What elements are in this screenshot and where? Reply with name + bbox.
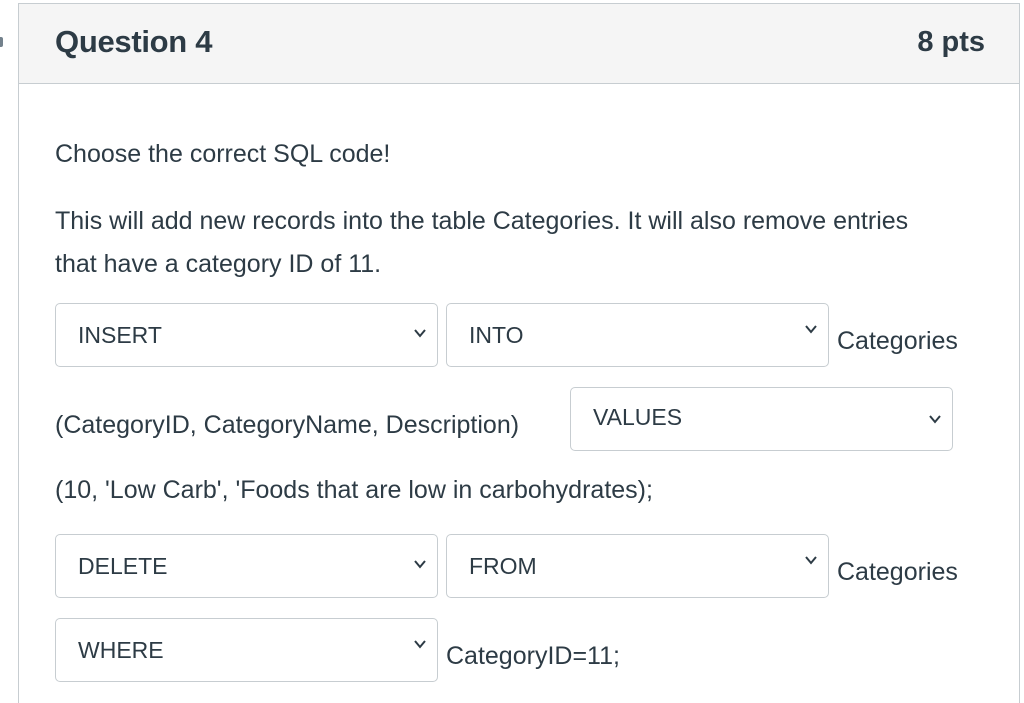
chevron-down-icon [414,329,426,338]
values-text: (10, 'Low Carb', 'Foods that are low in … [55,476,653,504]
table-name-text: Categories [837,327,958,355]
dropdown-value: DELETE [78,553,168,579]
dropdown-delete[interactable]: DELETE [55,534,438,598]
edge-marker [0,37,3,47]
question-card: Question 4 8 pts Choose the correct SQL … [18,3,1020,703]
question-title: Question 4 [55,24,213,59]
dropdown-value: INTO [469,322,524,348]
question-points: 8 pts [917,26,985,58]
question-prompt: Choose the correct SQL code! [55,140,391,168]
dropdown-value: WHERE [78,637,164,663]
question-header: Question 4 8 pts [19,4,1019,84]
chevron-down-icon [929,415,941,424]
dropdown-value: INSERT [78,322,162,348]
question-description: This will add new records into the table… [55,207,909,278]
dropdown-from[interactable]: FROM [446,534,829,598]
chevron-down-icon [414,560,426,569]
dropdown-where[interactable]: WHERE [55,618,438,682]
table-name-text: Categories [837,558,958,586]
dropdown-insert[interactable]: INSERT [55,303,438,367]
chevron-down-icon [805,556,817,565]
condition-text: CategoryID=11; [446,642,620,670]
dropdown-value: FROM [469,553,537,579]
column-list-text: (CategoryID, CategoryName, Description) [55,411,520,439]
chevron-down-icon [805,325,817,334]
dropdown-value: VALUES [593,404,683,430]
dropdown-into[interactable]: INTO [446,303,829,367]
dropdown-values[interactable]: VALUES [570,387,953,451]
chevron-down-icon [414,640,426,649]
